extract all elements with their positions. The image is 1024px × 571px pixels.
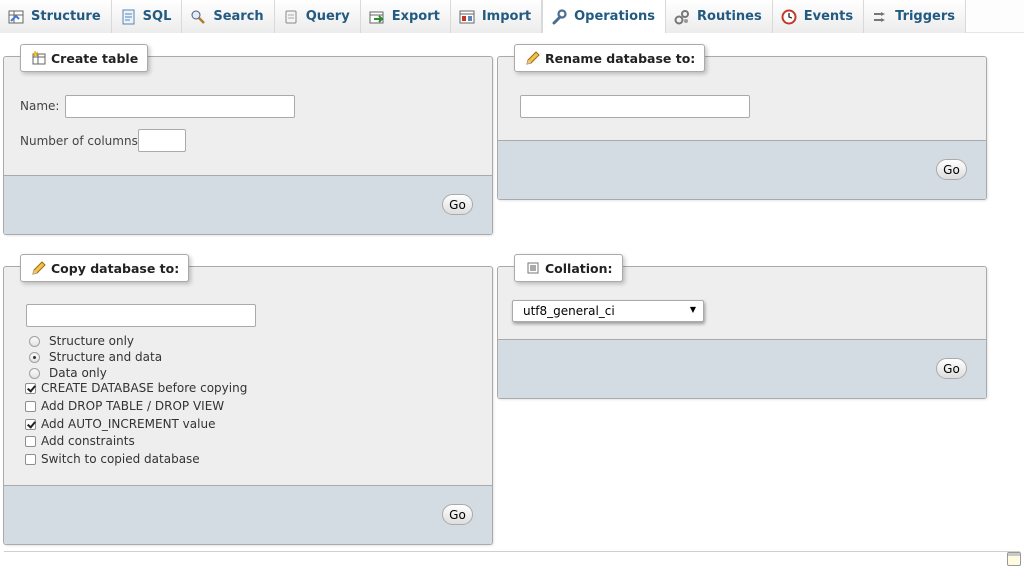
tab-label: Routines [697, 9, 762, 24]
tab-events[interactable]: Events [772, 0, 865, 33]
copy-database-footer: Go [4, 485, 492, 544]
checkbox[interactable] [25, 453, 36, 465]
import-icon [459, 9, 475, 25]
copy-database-panel: Copy database to: Structure only Structu… [3, 254, 493, 545]
search-icon [190, 9, 206, 25]
radio-structure-only[interactable]: Structure only [28, 333, 134, 349]
radio-label: Structure and data [49, 350, 163, 364]
export-icon [369, 9, 385, 25]
tab-query[interactable]: Query [274, 0, 361, 33]
tab-structure[interactable]: Structure [0, 0, 112, 33]
collation-selected-value: utf8_general_ci [523, 304, 615, 318]
copy-database-legend: Copy database to: [20, 254, 190, 282]
checkbox[interactable] [25, 382, 36, 394]
checkbox-label: Add constraints [41, 434, 135, 448]
radio-label: Structure only [49, 334, 135, 348]
checkbox-label: Switch to copied database [41, 452, 200, 466]
collation-select[interactable]: utf8_general_ci ▼ [512, 300, 704, 322]
dropdown-arrow-icon: ▼ [689, 305, 696, 314]
tab-bar: Structure SQL Search Query Export Import [0, 0, 1024, 33]
tab-export[interactable]: Export [360, 0, 451, 33]
checkbox[interactable] [25, 435, 36, 447]
rename-database-legend: Rename database to: [514, 44, 706, 72]
clock-icon [781, 9, 797, 25]
triggers-icon [872, 9, 888, 25]
table-name-input[interactable] [65, 95, 295, 118]
checkbox-label: CREATE DATABASE before copying [41, 381, 248, 395]
radio-button[interactable] [29, 351, 40, 363]
rename-database-input[interactable] [520, 95, 750, 118]
tab-label: Import [481, 9, 532, 24]
tab-sql[interactable]: SQL [111, 0, 183, 33]
radio-structure-and-data[interactable]: Structure and data [28, 349, 162, 365]
checkbox[interactable] [25, 400, 36, 412]
tab-label: Events [803, 9, 854, 24]
new-table-icon [31, 50, 47, 66]
wrench-icon [551, 8, 567, 25]
number-of-columns-label: Number of columns: [20, 134, 142, 148]
name-label: Name: [20, 99, 60, 113]
tab-label: Export [391, 9, 440, 24]
radio-button[interactable] [29, 335, 40, 347]
checkbox-create-database[interactable]: CREATE DATABASE before copying [25, 380, 247, 396]
rename-database-go-button[interactable]: Go [936, 159, 967, 180]
routines-icon [674, 9, 690, 25]
pencil-icon [525, 50, 541, 66]
tab-label: Query [305, 9, 350, 24]
tab-label: Operations [574, 9, 656, 24]
page-divider [4, 551, 1020, 552]
checkbox-add-drop-table[interactable]: Add DROP TABLE / DROP VIEW [25, 398, 224, 414]
radio-button[interactable] [29, 367, 40, 379]
tab-label: Triggers [895, 9, 956, 24]
checkbox-switch-to-copied[interactable]: Switch to copied database [25, 451, 200, 467]
checkbox-label: Add AUTO_INCREMENT value [41, 417, 216, 431]
console-icon[interactable] [1007, 552, 1021, 566]
pencil-icon [31, 260, 47, 276]
query-icon [283, 9, 299, 25]
checkbox-label: Add DROP TABLE / DROP VIEW [41, 399, 225, 413]
tab-import[interactable]: Import [450, 0, 543, 33]
rename-database-panel: Rename database to: Go [497, 44, 987, 200]
create-table-legend: Create table [20, 44, 149, 72]
copy-database-go-button[interactable]: Go [442, 504, 473, 525]
tab-label: Search [213, 9, 264, 24]
number-of-columns-input[interactable] [138, 129, 186, 152]
collation-panel: Collation: utf8_general_ci ▼ Go [497, 254, 987, 399]
checkbox-add-auto-increment[interactable]: Add AUTO_INCREMENT value [25, 416, 215, 432]
tab-label: Structure [31, 9, 101, 24]
radio-label: Data only [49, 366, 107, 380]
tab-triggers[interactable]: Triggers [864, 0, 967, 33]
tab-label: SQL [142, 9, 172, 24]
rename-database-footer: Go [498, 140, 986, 199]
create-table-panel: Create table Name: Number of columns: Go [3, 44, 493, 235]
collation-footer: Go [498, 339, 986, 398]
collation-legend: Collation: [514, 254, 623, 282]
tab-routines[interactable]: Routines [666, 0, 773, 33]
structure-icon [8, 9, 24, 25]
checkbox-add-constraints[interactable]: Add constraints [25, 433, 135, 449]
create-table-go-button[interactable]: Go [442, 194, 473, 215]
legend-text: Copy database to: [51, 260, 180, 276]
checkbox[interactable] [25, 418, 36, 430]
create-table-footer: Go [4, 175, 492, 234]
sql-icon [120, 9, 136, 25]
collation-go-button[interactable]: Go [936, 358, 967, 379]
legend-text: Rename database to: [545, 50, 696, 66]
tab-search[interactable]: Search [182, 0, 275, 33]
legend-text: Create table [51, 50, 139, 66]
radio-data-only[interactable]: Data only [28, 365, 107, 381]
legend-text: Collation: [545, 260, 613, 276]
copy-database-input[interactable] [26, 304, 256, 327]
collation-icon [525, 260, 541, 276]
tab-operations[interactable]: Operations [542, 0, 667, 33]
